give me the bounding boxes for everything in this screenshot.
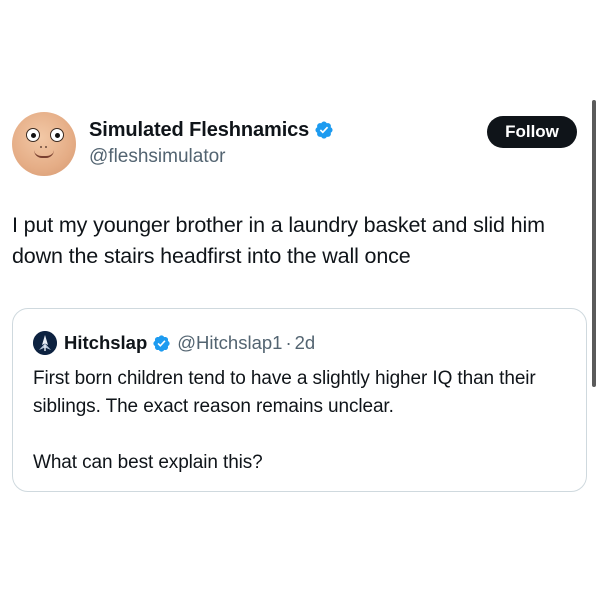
- quoted-author-avatar[interactable]: [33, 331, 57, 355]
- quoted-timestamp[interactable]: 2d: [295, 332, 316, 354]
- quoted-separator: ·: [285, 332, 292, 353]
- avatar-right-eye: [50, 128, 64, 142]
- quoted-tweet-text: First born children tend to have a sligh…: [33, 368, 536, 417]
- tweet-text: I put my younger brother in a laundry ba…: [12, 213, 545, 268]
- tweet-header: Simulated Fleshnamics @fleshsimulator Fo…: [12, 112, 582, 176]
- quoted-author-name[interactable]: Hitchslap: [64, 332, 147, 354]
- author-name-row: Simulated Fleshnamics: [89, 116, 334, 144]
- author-display-name[interactable]: Simulated Fleshnamics: [89, 119, 309, 142]
- quoted-tweet-card[interactable]: Hitchslap @Hitchslap1 · 2d First born ch…: [12, 308, 587, 492]
- avatar-left-eye: [26, 128, 40, 142]
- scrollbar-thumb[interactable]: [592, 100, 596, 387]
- avatar-mouth: [34, 150, 54, 158]
- quoted-tweet-question: What can best explain this?: [33, 452, 263, 473]
- follow-button[interactable]: Follow: [487, 116, 577, 148]
- quoted-tweet-header: Hitchslap @Hitchslap1 · 2d: [33, 331, 315, 355]
- verified-badge-icon: [314, 120, 334, 140]
- author-avatar[interactable]: [12, 112, 76, 176]
- quoted-verified-badge-icon: [152, 334, 171, 353]
- quoted-author-handle[interactable]: @Hitchslap1: [177, 332, 282, 354]
- avatar-nose: [40, 146, 48, 149]
- author-handle[interactable]: @fleshsimulator: [89, 146, 226, 168]
